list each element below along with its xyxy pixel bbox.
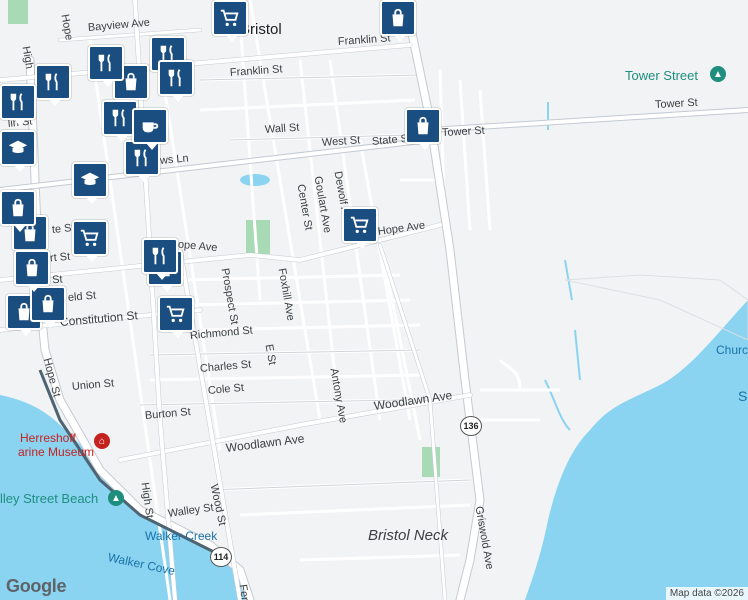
- school-marker[interactable]: [72, 162, 108, 204]
- fork-knife-icon: [98, 54, 111, 72]
- cafe-marker[interactable]: [132, 108, 168, 150]
- graduation-cap-icon: [80, 172, 100, 186]
- park-icon[interactable]: ▲: [710, 66, 726, 82]
- road-label-wall-st: Wall St: [264, 121, 300, 136]
- shopping-bag-marker[interactable]: [405, 108, 441, 150]
- fork-knife-icon: [134, 149, 147, 167]
- water-label-walker-creek: Walker Creek: [145, 529, 218, 543]
- shopping-cart-icon: [80, 229, 99, 247]
- coffee-cup-icon: [142, 122, 159, 133]
- restaurant-marker[interactable]: [88, 45, 124, 87]
- fork-knife-icon: [10, 93, 23, 111]
- shopping-bag-icon: [392, 8, 404, 27]
- shopping-bag-icon: [417, 116, 429, 135]
- creek: [544, 102, 581, 431]
- map-canvas[interactable]: Bristol Franklin St Franklin St Bayview …: [0, 0, 748, 600]
- road-label-eld-st: eld St: [67, 289, 97, 304]
- shopping-bag-icon: [26, 258, 38, 277]
- road-label-tower-st: Tower St: [654, 96, 699, 111]
- poi-label-church: Churc: [716, 343, 748, 357]
- road-label-ws-ln: ws Ln: [159, 152, 190, 167]
- museum-icon[interactable]: ⌂: [94, 433, 110, 449]
- road-label-tower-st: Tower St: [441, 124, 486, 139]
- shopping-bag-marker[interactable]: [380, 0, 416, 42]
- shopping-cart-marker[interactable]: [158, 296, 194, 338]
- shopping-bag-icon: [42, 294, 54, 313]
- pond: [240, 174, 270, 186]
- park: [246, 220, 270, 254]
- road-label-fer: Fer: [236, 583, 251, 600]
- school-marker[interactable]: [0, 130, 36, 172]
- route-114-shield: 114: [210, 547, 232, 567]
- fork-knife-icon: [45, 73, 58, 91]
- poi-label-tower-street[interactable]: Tower Street: [625, 69, 698, 82]
- harbor-water: [525, 300, 748, 600]
- shop-marker-cluster[interactable]: [14, 250, 50, 292]
- park: [8, 0, 28, 24]
- poi-label-marine-museum[interactable]: arine Museum: [18, 446, 94, 459]
- fork-knife-icon: [152, 247, 165, 265]
- shopping-cart-icon: [166, 305, 185, 323]
- restaurant-marker[interactable]: [0, 84, 36, 126]
- route-136-shield: 136: [460, 416, 482, 436]
- label-s-edge: S: [738, 388, 748, 404]
- fork-knife-icon: [168, 69, 181, 87]
- restaurant-marker[interactable]: [142, 238, 178, 280]
- poi-label-herreshoff[interactable]: Herreshoff: [20, 432, 76, 445]
- shop-marker-cluster[interactable]: [0, 190, 36, 232]
- restaurant-marker[interactable]: [158, 60, 194, 102]
- area-label-bristol-neck: Bristol Neck: [368, 527, 449, 544]
- map-attribution[interactable]: Map data ©2026: [665, 587, 748, 600]
- road-label-west-st: West St: [321, 134, 361, 149]
- shopping-cart-marker[interactable]: [212, 0, 248, 42]
- poi-label-walley-beach[interactable]: lley Street Beach: [0, 492, 98, 505]
- shopping-cart-icon: [220, 9, 239, 27]
- restaurant-marker[interactable]: [35, 64, 71, 106]
- park-icon[interactable]: ▲: [108, 490, 124, 506]
- graduation-cap-icon: [8, 140, 28, 154]
- google-logo: Google: [6, 576, 67, 596]
- shopping-cart-marker[interactable]: [72, 220, 108, 262]
- shopping-cart-icon: [350, 216, 369, 234]
- fork-knife-icon: [112, 109, 125, 127]
- shopping-cart-marker[interactable]: [342, 207, 378, 249]
- shopping-bag-icon: [12, 198, 24, 217]
